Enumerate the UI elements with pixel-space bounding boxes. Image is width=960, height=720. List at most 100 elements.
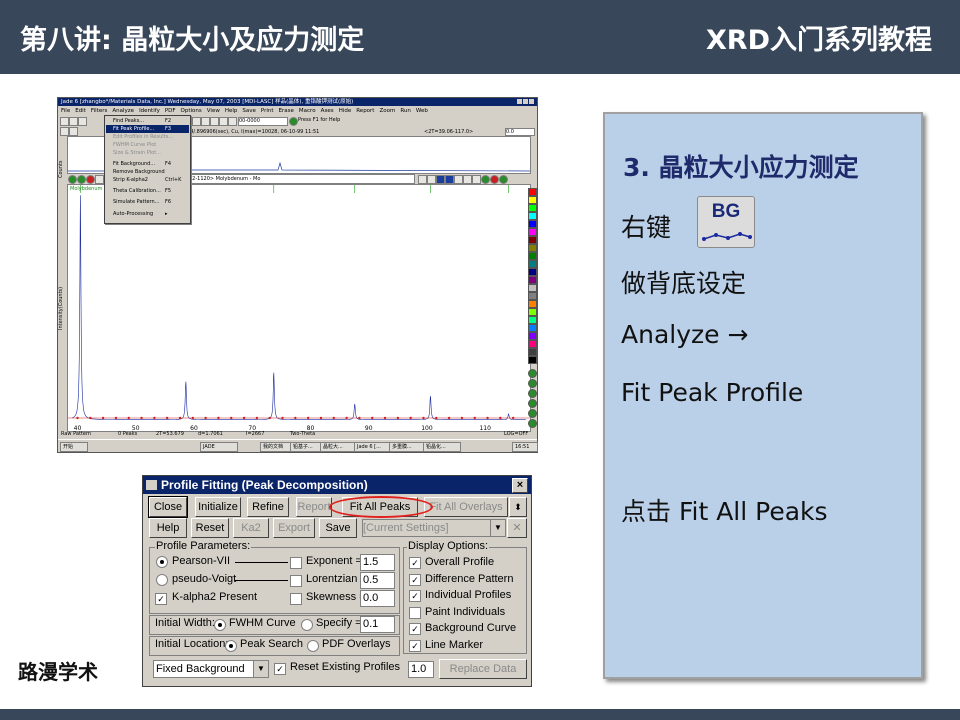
menu-item[interactable]: View bbox=[207, 108, 220, 114]
tool-icon[interactable] bbox=[499, 175, 508, 184]
tool-icon[interactable] bbox=[95, 175, 104, 184]
background-point[interactable] bbox=[371, 416, 374, 420]
dropdown-item[interactable]: Auto-Processing bbox=[113, 211, 153, 217]
background-point[interactable] bbox=[332, 416, 335, 420]
phase-combo[interactable]: 42-1120> Molybdenum - Mo bbox=[188, 174, 415, 184]
menu-item[interactable]: Web bbox=[416, 108, 428, 114]
menu-item[interactable]: Edit bbox=[75, 108, 86, 114]
background-point[interactable] bbox=[319, 416, 323, 420]
palette-swatch[interactable] bbox=[528, 196, 537, 204]
palette-swatch[interactable] bbox=[528, 188, 537, 196]
initialize-button[interactable]: Initialize bbox=[195, 497, 241, 517]
maximize-icon[interactable] bbox=[523, 99, 528, 104]
arrow-icon[interactable] bbox=[78, 117, 87, 126]
tool-icon[interactable] bbox=[418, 175, 427, 184]
menu-item[interactable]: Axes bbox=[321, 108, 334, 114]
palette-swatch[interactable] bbox=[528, 284, 537, 292]
palette-swatch[interactable] bbox=[528, 332, 537, 340]
dropdown-item[interactable]: Edit Profiles in Results... bbox=[113, 134, 173, 140]
background-point[interactable] bbox=[217, 416, 220, 420]
taskbar-item[interactable]: 开始 bbox=[60, 442, 88, 452]
fit-all-overlays-button[interactable]: Fit All Overlays bbox=[424, 497, 508, 517]
background-point[interactable] bbox=[473, 416, 476, 420]
pseudo-voigt-radio[interactable] bbox=[156, 574, 168, 586]
fwhm-curve-radio[interactable] bbox=[214, 619, 226, 631]
palette-swatch[interactable] bbox=[528, 348, 537, 356]
background-point[interactable] bbox=[242, 416, 246, 420]
background-point[interactable] bbox=[89, 416, 92, 420]
stop-icon[interactable] bbox=[86, 175, 95, 184]
menu-item[interactable]: Analyze bbox=[112, 108, 134, 114]
palette-swatch[interactable] bbox=[528, 268, 537, 276]
menu-item[interactable]: Print bbox=[261, 108, 274, 114]
taskbar-item[interactable]: 我的文档 bbox=[260, 442, 292, 452]
dropdown-item[interactable]: Simulate Pattern... bbox=[113, 199, 159, 205]
palette-swatch[interactable] bbox=[528, 300, 537, 308]
palette-swatch[interactable] bbox=[528, 252, 537, 260]
menu-item[interactable]: Run bbox=[400, 108, 411, 114]
taskbar-item[interactable]: 多重膜... bbox=[389, 442, 425, 452]
palette-swatch[interactable] bbox=[528, 316, 537, 324]
taskbar-item[interactable]: 铅基子... bbox=[290, 442, 322, 452]
palette-swatch[interactable] bbox=[528, 260, 537, 268]
palette-swatch[interactable] bbox=[528, 212, 537, 220]
menu-item[interactable]: Save bbox=[242, 108, 256, 114]
palette-swatch[interactable] bbox=[528, 220, 537, 228]
background-point[interactable] bbox=[511, 416, 515, 420]
dropdown-item[interactable]: Theta Calibration... bbox=[113, 188, 161, 194]
go-icon[interactable] bbox=[77, 175, 86, 184]
specify-radio[interactable] bbox=[301, 619, 313, 631]
palette-swatch[interactable] bbox=[528, 340, 537, 348]
display-option-checkbox[interactable]: ✓ bbox=[409, 590, 421, 602]
background-point[interactable] bbox=[396, 416, 400, 420]
taskbar-item[interactable]: JADE bbox=[200, 442, 238, 452]
tool-icon[interactable] bbox=[219, 117, 228, 126]
print-icon[interactable] bbox=[69, 117, 78, 126]
palette-swatch[interactable] bbox=[528, 292, 537, 300]
menu-item[interactable]: Identify bbox=[139, 108, 160, 114]
background-point[interactable] bbox=[294, 416, 297, 420]
tool-icon[interactable] bbox=[201, 117, 210, 126]
background-point[interactable] bbox=[76, 416, 79, 420]
background-point[interactable] bbox=[499, 416, 502, 420]
menu-item[interactable]: PDF bbox=[165, 108, 176, 114]
menu-item[interactable]: Erase bbox=[279, 108, 294, 114]
tool-icon[interactable] bbox=[528, 399, 537, 408]
palette-swatch[interactable] bbox=[528, 356, 537, 364]
tool-icon[interactable] bbox=[481, 175, 490, 184]
exponent-field[interactable]: 1.5 bbox=[360, 554, 395, 571]
report-button[interactable]: Report bbox=[296, 497, 332, 517]
display-option-checkbox[interactable]: ✓ bbox=[409, 557, 421, 569]
background-point[interactable] bbox=[435, 416, 438, 420]
exponent-checkbox[interactable] bbox=[290, 557, 302, 569]
save-button[interactable]: Save bbox=[319, 518, 357, 538]
pearson-radio[interactable] bbox=[156, 556, 168, 568]
background-point[interactable] bbox=[460, 416, 464, 420]
menu-item[interactable]: Help bbox=[225, 108, 238, 114]
dropdown-item[interactable]: FWHM Curve Plot bbox=[113, 142, 156, 148]
palette-swatch[interactable] bbox=[528, 308, 537, 316]
tool-icon[interactable] bbox=[436, 175, 445, 184]
dropdown-item[interactable]: Fit Peak Profile... bbox=[113, 126, 154, 132]
dropdown-item[interactable]: Size & Strain Plot... bbox=[113, 150, 161, 156]
palette-swatch[interactable] bbox=[528, 324, 537, 332]
settings-combo[interactable]: [Current Settings] ▼ bbox=[362, 519, 506, 537]
chevron-down-icon[interactable]: ▼ bbox=[253, 661, 268, 677]
dropdown-item[interactable]: Find Peaks... bbox=[113, 118, 144, 124]
close-icon[interactable]: × bbox=[512, 478, 528, 493]
background-point[interactable] bbox=[383, 416, 387, 420]
menu-item[interactable]: Report bbox=[356, 108, 374, 114]
tool-icon[interactable] bbox=[528, 369, 537, 378]
background-point[interactable] bbox=[306, 416, 310, 420]
background-point[interactable] bbox=[230, 416, 233, 420]
cu-icon[interactable] bbox=[60, 127, 69, 136]
background-point[interactable] bbox=[140, 416, 143, 420]
display-option-checkbox[interactable]: ✓ bbox=[409, 623, 421, 635]
peak-search-radio[interactable] bbox=[225, 640, 237, 652]
close-icon[interactable] bbox=[490, 175, 499, 184]
tool-icon[interactable] bbox=[528, 379, 537, 388]
tool-icon[interactable] bbox=[192, 117, 201, 126]
palette-swatch[interactable] bbox=[528, 228, 537, 236]
close-icon[interactable] bbox=[529, 99, 534, 104]
menu-item[interactable]: Macro bbox=[299, 108, 316, 114]
